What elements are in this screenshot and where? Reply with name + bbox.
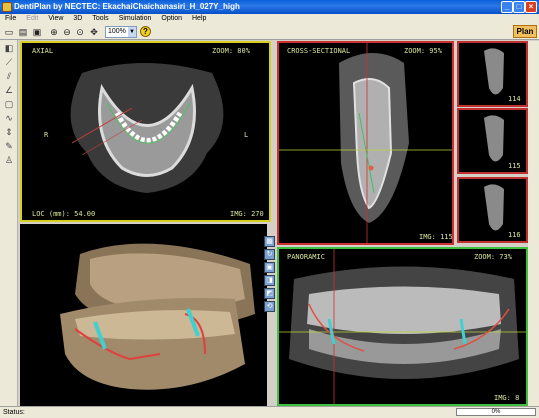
region-icon[interactable]: ▢ (3, 98, 15, 110)
menu-bar: File Edit View 3D Tools Simulation Option Help (0, 14, 539, 24)
menu-file[interactable]: File (0, 14, 21, 24)
zoom-value: 100% (108, 28, 126, 35)
pen-icon[interactable]: ✎ (3, 140, 15, 152)
new-icon[interactable]: ▭ (3, 26, 15, 38)
right-scrollbar[interactable] (528, 41, 539, 406)
cross-sectional-view[interactable]: CROSS-SECTIONAL ZOOM: 95% IMG: 115 (277, 41, 454, 245)
axial-title: AXIAL (32, 47, 54, 55)
open-icon[interactable]: ▤ (17, 26, 29, 38)
view-3d[interactable] (20, 224, 267, 406)
reset-view-icon[interactable]: ⟲ (264, 301, 275, 312)
zoom-out-icon[interactable]: ⊖ (61, 26, 73, 38)
zoom-in-icon[interactable]: ⊕ (48, 26, 60, 38)
menu-view[interactable]: View (43, 14, 68, 24)
pano-zoom: ZOOM: 73% (474, 253, 512, 261)
nerve-icon[interactable]: ∿ (3, 112, 15, 124)
title-bar: DentiPlan by NECTEC: EkachaiChaichanasir… (0, 0, 539, 14)
thumbnail-label: 116 (508, 231, 521, 239)
axial-loc: LOC (mm): 54.00 (32, 210, 96, 218)
view-side-icon[interactable]: ◨ (264, 275, 275, 286)
rotate-icon[interactable]: ↻ (264, 249, 275, 260)
thumbnail-slice[interactable]: 114 (457, 41, 528, 107)
thumbnail-label: 115 (508, 162, 521, 170)
skull-3d-image (60, 243, 255, 390)
menu-tools[interactable]: Tools (87, 14, 113, 24)
menu-simulation[interactable]: Simulation (114, 14, 157, 24)
menu-help[interactable]: Help (187, 14, 211, 24)
view-top-icon[interactable]: ◩ (264, 288, 275, 299)
close-button[interactable]: × (525, 1, 537, 13)
implant-icon[interactable]: ⇕ (3, 126, 15, 138)
zoom-select[interactable]: 100% ▼ (105, 26, 137, 38)
chevron-down-icon: ▼ (128, 27, 136, 37)
cross-zoom: ZOOM: 95% (404, 47, 442, 55)
cross-title: CROSS-SECTIONAL (287, 47, 351, 55)
panoramic-view[interactable]: PANORAMIC ZOOM: 73% IMG: 8 (277, 247, 528, 406)
thumbnail-slice[interactable]: 116 (457, 177, 528, 243)
left-toolbar: ◧ ⟋ ⫽ ∠ ▢ ∿ ⇕ ✎ ♙ (0, 40, 18, 406)
axial-right-marker: L (244, 131, 249, 139)
tooth-icon[interactable]: ♙ (3, 154, 15, 166)
axial-zoom: ZOOM: 80% (212, 47, 250, 55)
cross-sectional-image (279, 43, 452, 243)
pan-icon[interactable]: ✥ (88, 26, 100, 38)
status-text: Status: (3, 409, 25, 416)
cross-img: IMG: 115 (419, 233, 453, 241)
layout-icon[interactable]: ▦ (264, 236, 275, 247)
save-icon[interactable]: ▣ (31, 26, 43, 38)
minimize-button[interactable]: _ (501, 1, 513, 13)
menu-3d[interactable]: 3D (68, 14, 87, 24)
thumbnail-label: 114 (508, 95, 521, 103)
view-front-icon[interactable]: ▣ (264, 262, 275, 273)
progress-text: 0% (491, 409, 501, 415)
axial-view[interactable]: AXIAL ZOOM: 80% R L LOC (mm): 54.00 IMG:… (20, 41, 271, 222)
maximize-button[interactable]: □ (513, 1, 525, 13)
axial-image (70, 63, 224, 193)
angle-icon[interactable]: ∠ (3, 84, 15, 96)
panoramic-image (279, 249, 526, 404)
measure-icon[interactable]: ⟋ (3, 56, 15, 68)
app-icon (2, 2, 12, 12)
toolbar: ▭ ▤ ▣ ⊕ ⊖ ⊙ ✥ 100% ▼ ? (0, 24, 539, 40)
window-level-icon[interactable]: ◧ (3, 42, 15, 54)
window-title: DentiPlan by NECTEC: EkachaiChaichanasir… (14, 2, 240, 11)
menu-edit[interactable]: Edit (21, 14, 43, 24)
zoom-fit-icon[interactable]: ⊙ (74, 26, 86, 38)
thumbnail-slice[interactable]: 115 (457, 108, 528, 174)
menu-option[interactable]: Option (156, 14, 187, 24)
view-tools: ▦ ↻ ▣ ◨ ◩ ⟲ (262, 236, 276, 326)
axial-left-marker: R (44, 131, 49, 139)
pano-title: PANORAMIC (287, 253, 325, 261)
plan-button[interactable]: Plan (513, 25, 537, 38)
progress-bar: 0% (456, 408, 536, 416)
pano-img: IMG: 8 (494, 394, 520, 402)
help-icon[interactable]: ? (140, 26, 151, 37)
ruler-icon[interactable]: ⫽ (3, 70, 15, 82)
axial-img: IMG: 270 (230, 210, 264, 218)
